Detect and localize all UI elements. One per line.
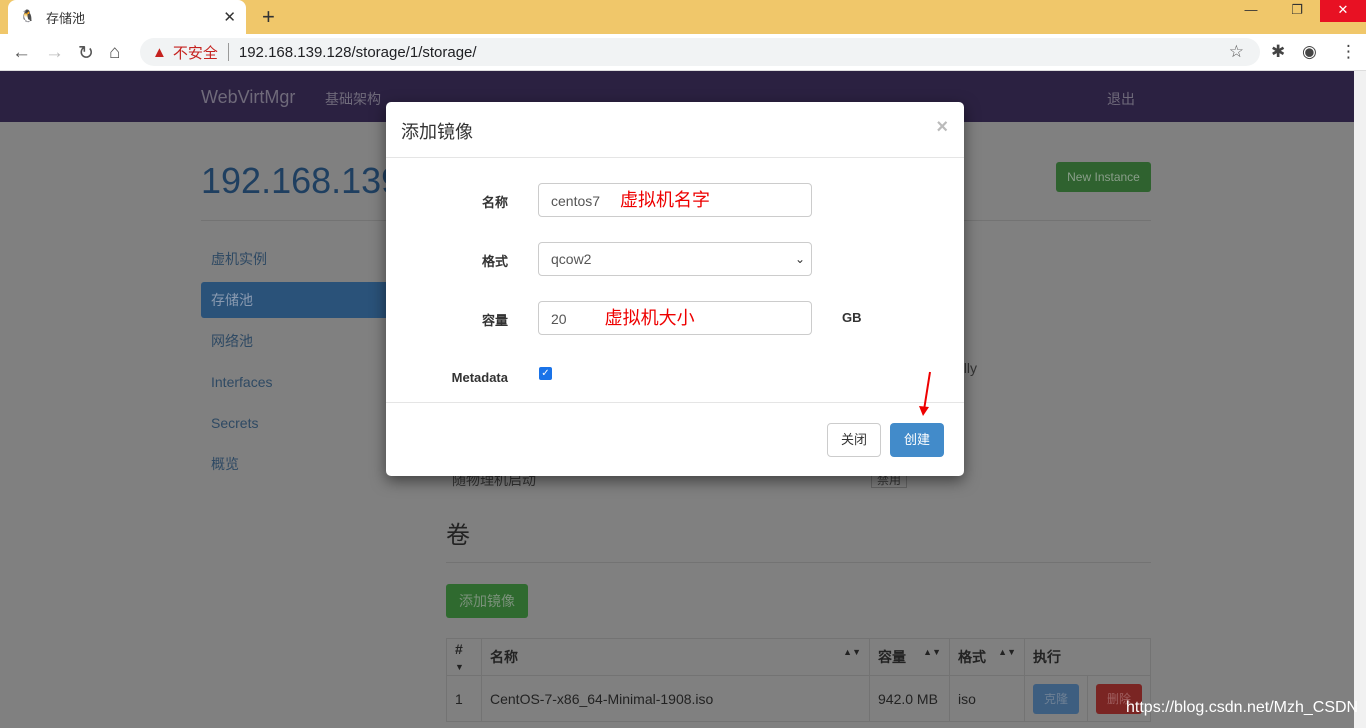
logout-link[interactable]: 退出 xyxy=(1107,89,1135,109)
chevron-down-icon: ⌄ xyxy=(794,252,805,266)
window-controls: — ❐ ✕ xyxy=(1228,0,1366,22)
tab-strip: 🐧 存储池 ✕ + — ❐ ✕ xyxy=(0,0,1366,34)
divider xyxy=(227,43,229,61)
reload-icon[interactable]: ↻ xyxy=(78,42,94,65)
add-image-modal: 添加镜像 × 名称 centos7 虚拟机名字 格式 qcow2 ⌄ 容量 20 虚拟… xyxy=(386,102,964,476)
col-actions: 执行 xyxy=(1024,638,1151,676)
nav-infrastructure[interactable]: 基础架构 xyxy=(325,89,381,109)
modal-footer: 关闭 创建 xyxy=(386,402,964,476)
annotation: 虚拟机名字 xyxy=(620,190,711,210)
annotation-arrow-icon xyxy=(919,371,931,416)
format-label: 格式 xyxy=(481,254,508,269)
col-name[interactable]: 名称 ▲▼ xyxy=(481,638,870,676)
metadata-label: Metadata xyxy=(451,370,508,385)
name-row: 名称 centos7 虚拟机名字 xyxy=(386,183,964,217)
security-label: 不安全 xyxy=(172,44,218,62)
close-icon[interactable]: × xyxy=(936,116,948,139)
col-size[interactable]: 容量 ▲▼ xyxy=(869,638,950,676)
tab-title: 存储池 xyxy=(46,10,86,26)
col-num[interactable]: # ▼ xyxy=(446,638,482,676)
close-button[interactable]: 关闭 xyxy=(827,423,881,457)
profile-icon[interactable]: ◉ xyxy=(1302,42,1317,62)
add-image-button[interactable]: 添加镜像 xyxy=(446,584,528,618)
extensions-icon[interactable]: ✱ xyxy=(1271,42,1285,62)
menu-icon[interactable]: ⋮ xyxy=(1340,42,1357,62)
table-row: 1 CentOS-7-x86_64-Minimal-1908.iso 942.0… xyxy=(446,675,1151,722)
warning-icon: ▲ xyxy=(152,43,167,61)
back-icon[interactable]: ← xyxy=(12,42,31,64)
sort-desc-icon: ▼ xyxy=(455,662,464,672)
size-input[interactable]: 20 虚拟机大小 xyxy=(538,301,812,335)
brand-logo[interactable]: WebVirtMgr xyxy=(201,87,295,108)
volumes-table: # ▼ 名称 ▲▼ 容量 ▲▼ 格式 ▲▼ 执行 1 CentOS-7-x86_64-… xyxy=(446,638,1151,722)
minimize-button[interactable]: — xyxy=(1228,0,1274,22)
create-button[interactable]: 创建 xyxy=(890,423,944,457)
url-text: 192.168.139.128/storage/1/storage/ xyxy=(238,43,477,61)
browser-tab[interactable]: 🐧 存储池 ✕ xyxy=(8,0,246,34)
url-input[interactable]: ▲ 不安全 192.168.139.128/storage/1/storage/… xyxy=(140,38,1260,66)
watermark: https://blog.csdn.net/Mzh_CSDN xyxy=(1126,699,1359,716)
sidebar-item-interfaces[interactable]: Interfaces xyxy=(201,364,391,400)
scrollbar[interactable] xyxy=(1354,71,1366,728)
sidebar-item-instances[interactable]: 虚机实例 xyxy=(201,241,391,277)
modal-title: 添加镜像 xyxy=(386,102,964,158)
sidebar-item-secrets[interactable]: Secrets xyxy=(201,405,391,441)
sort-icon: ▲▼ xyxy=(843,647,861,657)
new-instance-button[interactable]: New Instance xyxy=(1056,162,1151,192)
size-unit: GB xyxy=(842,310,862,325)
name-label: 名称 xyxy=(481,195,508,210)
favicon-icon: 🐧 xyxy=(20,9,35,23)
sort-icon: ▲▼ xyxy=(998,647,1016,657)
sidebar-item-overview[interactable]: 概览 xyxy=(201,446,391,482)
page-title: 192.168.139 xyxy=(201,160,402,201)
size-label: 容量 xyxy=(481,313,508,328)
sidebar-item-networks[interactable]: 网络池 xyxy=(201,323,391,359)
format-row: 格式 qcow2 ⌄ xyxy=(386,242,964,276)
bookmark-star-icon[interactable]: ☆ xyxy=(1229,42,1244,62)
name-input[interactable]: centos7 虚拟机名字 xyxy=(538,183,812,217)
format-select[interactable]: qcow2 ⌄ xyxy=(538,242,812,276)
new-tab-button[interactable]: + xyxy=(262,4,275,30)
sidebar-item-storage[interactable]: 存储池 xyxy=(201,282,391,318)
tab-close-icon[interactable]: ✕ xyxy=(223,8,236,26)
restore-button[interactable]: ❐ xyxy=(1274,0,1320,22)
divider xyxy=(446,562,1151,563)
clone-button[interactable]: 克隆 xyxy=(1033,683,1079,714)
volumes-heading: 卷 xyxy=(446,522,470,549)
address-bar-row: ← → ↻ ⌂ ▲ 不安全 192.168.139.128/storage/1/… xyxy=(0,34,1366,71)
size-row: 容量 20 虚拟机大小 GB xyxy=(386,301,964,335)
sort-icon: ▲▼ xyxy=(923,647,941,657)
annotation: 虚拟机大小 xyxy=(604,308,695,328)
window-close-button[interactable]: ✕ xyxy=(1320,0,1366,22)
forward-icon[interactable]: → xyxy=(45,42,64,64)
col-format[interactable]: 格式 ▲▼ xyxy=(949,638,1025,676)
metadata-checkbox[interactable]: ✓ xyxy=(539,367,552,380)
home-icon[interactable]: ⌂ xyxy=(109,42,120,64)
sidebar: 虚机实例 存储池 网络池 Interfaces Secrets 概览 xyxy=(201,241,391,487)
